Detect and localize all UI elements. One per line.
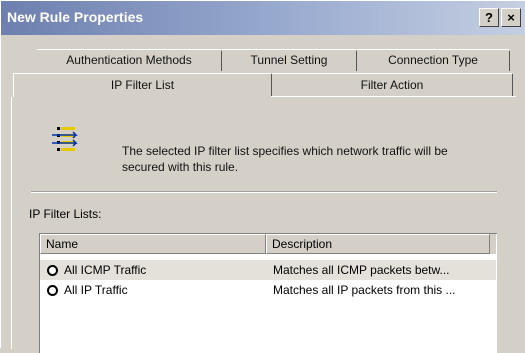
filter-description: Matches all IP packets from this ... [273,283,456,297]
separator [31,191,497,193]
window-title: New Rule Properties [7,9,144,25]
tab-divider [509,51,510,71]
ip-filter-list-view[interactable]: Name Description All ICMP Traffic Matche… [39,233,497,353]
help-button[interactable]: ? [479,8,499,27]
tab-label: Connection Type [388,53,478,67]
filter-name: All IP Traffic [64,283,128,297]
title-bar[interactable]: New Rule Properties ? × [1,1,525,35]
filter-list-description: The selected IP filter list specifies wh… [122,143,502,175]
tab-connection-type[interactable]: Connection Type [357,49,509,71]
ip-filter-lists-label: IP Filter Lists: [29,207,102,221]
filter-list-icon [52,127,78,151]
tab-divider [512,74,513,97]
tab-filter-action[interactable]: Filter Action [272,73,512,97]
list-item[interactable]: All ICMP Traffic Matches all ICMP packet… [40,260,496,280]
filter-description: Matches all ICMP packets betw... [273,263,450,277]
radio-button[interactable] [47,265,58,276]
tab-label: IP Filter List [110,78,175,92]
radio-button[interactable] [47,285,58,296]
column-header-description[interactable]: Description [266,234,490,254]
tab-label: Authentication Methods [66,53,192,67]
tab-authentication-methods[interactable]: Authentication Methods [37,49,221,71]
column-header-name[interactable]: Name [40,234,266,254]
list-header: Name Description [40,234,496,254]
tab-label: Tunnel Setting [250,53,328,67]
close-button[interactable]: × [501,8,521,27]
filter-name: All ICMP Traffic [64,263,147,277]
new-rule-properties-dialog: New Rule Properties ? × Authentication M… [0,0,525,353]
tab-tunnel-setting[interactable]: Tunnel Setting [222,49,356,71]
tab-label: Filter Action [360,78,424,92]
list-item[interactable]: All IP Traffic Matches all IP packets fr… [40,280,496,300]
description-line: The selected IP filter list specifies wh… [122,144,448,158]
description-line: secured with this rule. [122,160,239,174]
tab-ip-filter-list[interactable]: IP Filter List [13,73,271,97]
